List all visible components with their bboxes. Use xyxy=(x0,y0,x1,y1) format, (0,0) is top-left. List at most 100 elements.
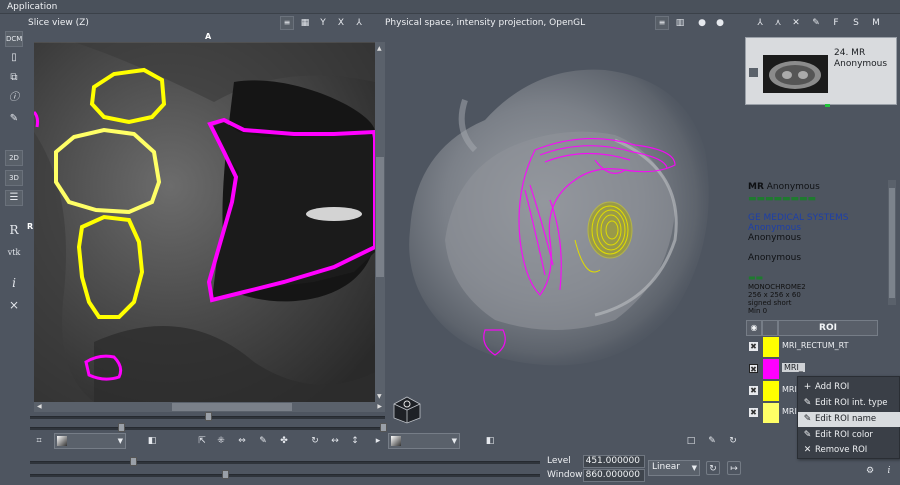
sphere-dark-icon[interactable]: ● xyxy=(695,16,709,30)
person-icon[interactable]: ⅄ xyxy=(753,16,767,30)
view-3d-button[interactable]: 3D xyxy=(5,170,23,186)
lut-3d-select[interactable]: ▼ xyxy=(388,433,460,449)
export-icon[interactable]: ⇱ xyxy=(195,434,209,448)
orientation-cube-icon[interactable] xyxy=(392,395,422,425)
axis-icon[interactable]: ⅄ xyxy=(352,16,366,30)
list-view-3d-button[interactable]: ≡ xyxy=(655,16,669,30)
m-button[interactable]: M xyxy=(869,16,883,30)
slice-vertical-scrollbar[interactable]: ▲ ▼ xyxy=(375,42,385,402)
scroll-left-icon[interactable]: ◀ xyxy=(37,403,42,410)
slice-horizontal-scrollbar[interactable]: ◀ ▶ xyxy=(34,402,385,412)
color-column-header[interactable] xyxy=(762,320,778,336)
roi-color-swatch[interactable] xyxy=(763,337,779,357)
rotate-icon[interactable]: ↻ xyxy=(308,434,322,448)
edit-roi-name-menu-item[interactable]: ✎ Edit ROI name xyxy=(798,412,900,427)
window-input[interactable]: 860.000000 xyxy=(583,469,645,482)
reset-view-icon[interactable]: ↻ xyxy=(726,434,740,448)
vtk-button[interactable]: vtk xyxy=(5,246,23,262)
pencil-icon[interactable]: ✎ xyxy=(256,434,270,448)
list-icon[interactable]: ☰ xyxy=(5,190,23,206)
info-icon[interactable]: i xyxy=(882,464,896,478)
remove-roi-menu-item[interactable]: ✕ Remove ROI xyxy=(798,443,900,458)
info-button[interactable]: i xyxy=(5,276,23,292)
pencil-icon[interactable]: ✎ xyxy=(809,16,823,30)
contrast-3d-icon[interactable]: ◧ xyxy=(483,434,497,448)
s-button[interactable]: S xyxy=(849,16,863,30)
roi-visibility-checkbox[interactable]: ✖ xyxy=(749,408,758,417)
sphere-icon[interactable]: ● xyxy=(713,16,727,30)
visibility-column-icon[interactable]: ◉ xyxy=(746,320,762,336)
info-scrollbar[interactable] xyxy=(888,180,896,305)
crosshair-icon[interactable]: ⌗ xyxy=(32,434,46,448)
view-2d-button[interactable]: 2D xyxy=(5,150,23,166)
level-slider[interactable] xyxy=(30,461,540,464)
lut-mode-value: Linear xyxy=(652,462,680,472)
grid-icon[interactable]: ⁜ xyxy=(214,434,228,448)
move-vertical-icon[interactable]: ↕ xyxy=(348,434,362,448)
roi-name[interactable]: MRI xyxy=(782,385,797,394)
dcm-button[interactable]: DCM xyxy=(5,31,23,47)
settings-icon[interactable]: ⚙ xyxy=(863,464,877,478)
close-icon[interactable]: ✕ xyxy=(789,16,803,30)
roi-color-swatch[interactable] xyxy=(763,403,779,423)
window-slider[interactable] xyxy=(30,474,540,477)
add-roi-menu-item[interactable]: + Add ROI xyxy=(798,380,900,395)
status-indicator xyxy=(825,104,830,107)
table-row[interactable]: ✖ MRI_RECTUM_RT xyxy=(745,337,897,357)
slice-viewport[interactable] xyxy=(34,42,375,402)
slice-slider-handle[interactable] xyxy=(205,412,212,421)
roi-name[interactable]: MRI xyxy=(782,407,797,416)
x-axis-button[interactable]: X xyxy=(334,16,348,30)
copy-icon[interactable]: ⧉ xyxy=(5,71,23,87)
close-left-button[interactable]: × xyxy=(5,298,23,314)
lut-mode-select[interactable]: Linear ▼ xyxy=(648,460,700,476)
volume-render-view[interactable] xyxy=(385,40,745,425)
vertical-scroll-thumb[interactable] xyxy=(376,157,384,277)
pixel-type-text: signed short xyxy=(748,299,792,307)
roi-column-header[interactable]: ROI xyxy=(778,320,878,336)
play-icon[interactable]: ▸ xyxy=(371,434,385,448)
series-title: 24. MR xyxy=(834,48,866,58)
scroll-up-icon[interactable]: ▲ xyxy=(377,45,382,52)
f-button[interactable]: F xyxy=(829,16,843,30)
color-scheme-text: MONOCHROME2 xyxy=(748,283,806,291)
app-title[interactable]: Application xyxy=(7,2,57,12)
document-icon[interactable]: ▯ xyxy=(5,51,23,67)
level-input[interactable]: 451.000000 xyxy=(583,455,645,468)
roi-visibility-checkbox[interactable]: ✖ xyxy=(749,342,758,351)
opacity-slider[interactable] xyxy=(30,427,385,430)
lut-preset-select[interactable]: ▼ xyxy=(54,433,126,449)
scroll-down-icon[interactable]: ▼ xyxy=(377,393,382,400)
range-icon[interactable]: ↦ xyxy=(727,461,741,475)
edit-roi-color-menu-item[interactable]: ✎ Edit ROI color xyxy=(798,428,900,443)
window-slider-handle[interactable] xyxy=(222,470,229,479)
roi-name-editor[interactable]: MRI_ xyxy=(782,363,805,372)
refresh-icon[interactable]: ↻ xyxy=(706,461,720,475)
wrench-icon[interactable]: ✎ xyxy=(5,112,23,128)
series-checkbox[interactable] xyxy=(749,68,758,77)
roi-visibility-checkbox[interactable]: ✖ xyxy=(749,364,758,374)
y-axis-button[interactable]: Y xyxy=(316,16,330,30)
wrench-icon[interactable]: ✎ xyxy=(705,434,719,448)
roi-color-swatch[interactable] xyxy=(763,381,779,401)
info-scroll-thumb[interactable] xyxy=(889,188,895,298)
contrast-icon[interactable]: ◧ xyxy=(145,434,159,448)
list-view-button[interactable]: ≡ xyxy=(280,16,294,30)
move-horizontal-icon[interactable]: ↔ xyxy=(328,434,342,448)
grid-icon[interactable]: ▦ xyxy=(298,16,312,30)
horizontal-scroll-thumb[interactable] xyxy=(172,403,292,411)
roi-visibility-checkbox[interactable]: ✖ xyxy=(749,386,758,395)
paint-icon[interactable]: ✤ xyxy=(277,434,291,448)
resize-icon[interactable]: ⇔ xyxy=(235,434,249,448)
move-icon[interactable]: ⋏ xyxy=(771,16,785,30)
series-thumbnail[interactable]: 24. MR Anonymous xyxy=(745,37,897,107)
square-icon[interactable]: □ xyxy=(684,434,698,448)
edit-roi-int-type-menu-item[interactable]: ✎ Edit ROI int. type xyxy=(798,396,900,411)
scroll-right-icon[interactable]: ▶ xyxy=(377,403,382,410)
r-button[interactable]: R xyxy=(5,223,23,239)
roi-color-swatch[interactable] xyxy=(763,359,779,379)
info-icon[interactable]: ⓘ xyxy=(5,91,23,107)
roi-name[interactable]: MRI_RECTUM_RT xyxy=(782,341,849,350)
level-slider-handle[interactable] xyxy=(130,457,137,466)
book-icon[interactable]: ▥ xyxy=(673,16,687,30)
